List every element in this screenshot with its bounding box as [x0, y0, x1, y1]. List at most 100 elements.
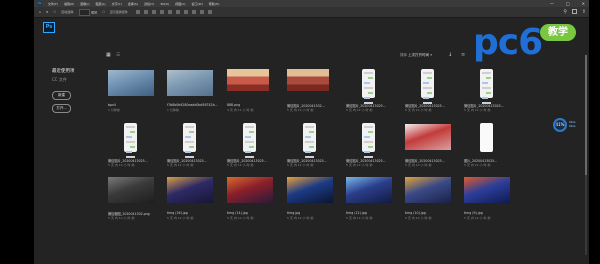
align-tools: [135, 10, 212, 14]
align-icon[interactable]: [183, 10, 188, 14]
sort-control[interactable]: 排序 上次打开时间 ▾: [400, 53, 432, 58]
file-name[interactable]: timg (12).jpg: [346, 211, 398, 215]
file-meta: 5 天 内 12 小 时 前: [464, 108, 491, 112]
file-meta: 5 天 内 12 小 时 前: [108, 163, 135, 167]
sort-direction-icon[interactable]: ↓: [448, 52, 452, 58]
open-button[interactable]: 打开...: [52, 104, 71, 113]
menu-type[interactable]: 文字(Y): [112, 2, 122, 6]
file-thumbnail[interactable]: [287, 69, 329, 91]
net-speed: 0K/s 0K/s: [569, 120, 575, 128]
down-speed: 0K/s: [569, 124, 576, 128]
align-icon[interactable]: [159, 10, 164, 14]
maximize-icon[interactable]: □: [566, 0, 570, 7]
file-thumbnail[interactable]: [346, 122, 392, 158]
cpu-gauge[interactable]: 41%: [553, 118, 567, 132]
file-thumbnail[interactable]: [405, 68, 451, 104]
file-thumbnail[interactable]: [464, 122, 510, 154]
grid-view-icon[interactable]: ▦: [106, 53, 111, 58]
file-meta: 4 天 内 11 小 时 前: [227, 108, 254, 112]
file-thumbnail[interactable]: [405, 177, 451, 203]
align-icon[interactable]: [135, 10, 140, 14]
file-thumbnail[interactable]: [464, 68, 510, 104]
ps-app-icon[interactable]: Ps: [37, 1, 42, 6]
search-icon[interactable]: ⚲: [563, 9, 567, 15]
file-thumbnail[interactable]: [227, 177, 273, 203]
menu-help[interactable]: 帮助(H): [209, 2, 220, 6]
phone-screenshot: [124, 123, 137, 158]
auto-select-label: 自动选择:: [61, 10, 75, 14]
align-icon[interactable]: [167, 10, 172, 14]
speed-gauge: 41% 0K/s 0K/s: [553, 118, 585, 136]
file-thumbnail[interactable]: [227, 122, 273, 158]
move-tool-icon[interactable]: ✥: [46, 10, 49, 14]
align-icon[interactable]: [143, 10, 148, 14]
file-thumbnail[interactable]: [108, 177, 154, 203]
file-thumbnail[interactable]: [108, 122, 154, 158]
file-name[interactable]: timg (10).jpg: [405, 211, 457, 215]
menu-view[interactable]: 视图(V): [175, 2, 185, 6]
file-meta: 5 天 内 12 小 时 前: [287, 163, 314, 167]
sort-value: 上次打开时间: [408, 53, 430, 57]
new-button[interactable]: 新建: [52, 91, 71, 100]
align-icon[interactable]: [207, 10, 212, 14]
file-name[interactable]: timg (9).jpg: [464, 211, 516, 215]
file-thumbnail[interactable]: [405, 124, 451, 150]
file-thumbnail[interactable]: [227, 69, 269, 91]
menu-edit[interactable]: 编辑(E): [64, 2, 74, 6]
menu-layer[interactable]: 图层(L): [96, 2, 106, 6]
scrollbar[interactable]: [585, 55, 587, 255]
file-meta: 5 天 内 12 小 时 前: [287, 216, 314, 220]
pc6-logo: pc6: [473, 22, 543, 63]
file-thumbnail[interactable]: [167, 122, 213, 158]
file-name[interactable]: 888.png: [227, 103, 279, 107]
file-thumbnail[interactable]: [108, 70, 154, 96]
file-meta: 5 天 内 12 小 时 前: [346, 216, 373, 220]
align-icon[interactable]: [191, 10, 196, 14]
phone-screenshot: [183, 123, 196, 158]
transform-checkbox[interactable]: ☐: [102, 10, 105, 14]
menu-window[interactable]: 窗口(W): [191, 2, 202, 6]
menu-filter[interactable]: 滤镜(T): [144, 2, 154, 6]
file-thumbnail[interactable]: [287, 122, 333, 158]
file-thumbnail[interactable]: [167, 177, 213, 203]
filter-icon[interactable]: ≡: [461, 52, 465, 58]
transform-label: 显示变换控件: [109, 10, 128, 14]
workspace-icon[interactable]: [572, 9, 577, 14]
file-name[interactable]: bpx4: [108, 103, 160, 107]
file-thumbnail[interactable]: [346, 68, 392, 104]
scrollbar-thumb[interactable]: [585, 55, 587, 175]
ps-logo: Ps: [43, 22, 55, 33]
file-meta: 5 天 内 12 小 时 前: [405, 163, 432, 167]
cc-files-link[interactable]: CC 文件: [52, 77, 67, 83]
file-name[interactable]: timg (14).jpg: [227, 211, 279, 215]
file-thumbnail[interactable]: [346, 177, 392, 203]
file-name[interactable]: timg (16).jpg: [167, 211, 219, 215]
menu-file[interactable]: 文件(F): [48, 2, 58, 6]
layer-select-value: 图层: [91, 10, 98, 14]
home-icon[interactable]: ⌂: [39, 10, 41, 14]
file-meta: 5 天 内 12 小 时 前: [405, 108, 432, 112]
menu-select[interactable]: 选择(S): [128, 2, 138, 6]
file-name[interactable]: f7b8b0b9280eadd0bd56742b...: [167, 103, 219, 107]
share-icon[interactable]: ⇪: [582, 9, 586, 15]
file-thumbnail[interactable]: [287, 177, 333, 203]
align-icon[interactable]: [199, 10, 204, 14]
close-icon[interactable]: ✕: [582, 0, 585, 7]
align-icon[interactable]: [175, 10, 180, 14]
minimize-icon[interactable]: —: [550, 0, 554, 7]
layer-select[interactable]: 图层: [79, 8, 98, 16]
file-meta: 5 天 内 12 小 时 前: [405, 216, 432, 220]
file-meta: 5 天 内 12 小 时 前: [464, 163, 491, 167]
auto-select-checkbox[interactable]: ☐: [53, 10, 56, 14]
sort-label: 排序: [400, 53, 407, 57]
file-thumbnail[interactable]: [167, 70, 213, 96]
file-name[interactable]: timg.jpg: [287, 211, 339, 215]
list-view-icon[interactable]: ☰: [116, 53, 120, 58]
window-controls: — □ ✕: [544, 0, 585, 7]
file-thumbnail[interactable]: [464, 177, 510, 203]
pc6-tag: 教学: [540, 24, 576, 41]
menu-3d[interactable]: 3D(D): [160, 2, 169, 6]
file-meta: 5 天 内 12 小 时 前: [464, 216, 491, 220]
align-icon[interactable]: [151, 10, 156, 14]
menu-image[interactable]: 图像(I): [80, 2, 89, 6]
